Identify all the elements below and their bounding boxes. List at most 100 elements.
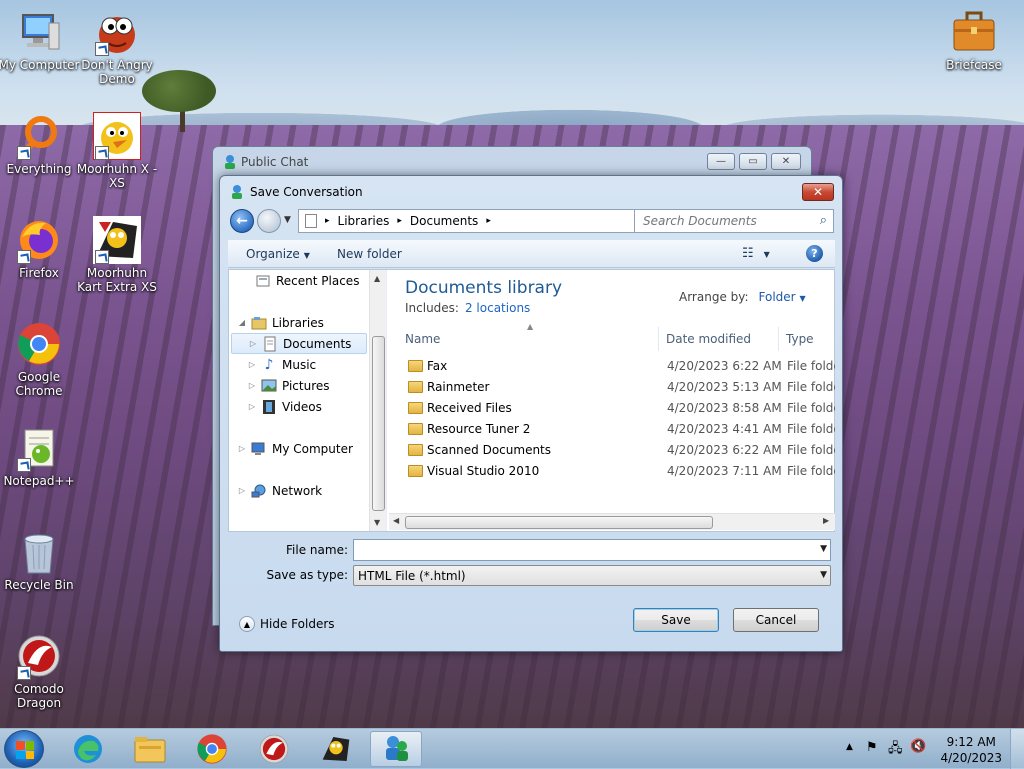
desktop-icon-comodo-dragon[interactable]: Comodo Dragon bbox=[0, 632, 81, 710]
notepad-plus-plus-icon bbox=[15, 424, 63, 472]
file-name-input[interactable] bbox=[358, 541, 808, 559]
scroll-down-arrow-icon[interactable]: ▼ bbox=[374, 518, 380, 527]
taskbar-file-explorer[interactable] bbox=[124, 731, 176, 767]
comodo-dragon-icon bbox=[259, 734, 289, 764]
address-bar[interactable]: ▸ Libraries ▸ Documents ▸ ▼ bbox=[298, 209, 670, 233]
cancel-button[interactable]: Cancel bbox=[733, 608, 819, 632]
row-name: Visual Studio 2010 bbox=[427, 464, 540, 478]
nav-item-videos[interactable]: ▷ Videos bbox=[229, 396, 369, 417]
show-desktop-button[interactable] bbox=[1010, 729, 1024, 769]
locations-link[interactable]: 2 locations bbox=[465, 301, 530, 315]
search-box[interactable]: ⌕ bbox=[634, 209, 834, 233]
table-row[interactable]: Rainmeter 4/20/2023 5:13 AM File folder bbox=[389, 377, 835, 398]
folder-icon bbox=[134, 737, 166, 763]
scrollbar-thumb[interactable] bbox=[405, 516, 713, 529]
help-button[interactable]: ? bbox=[806, 245, 823, 262]
network-icon[interactable]: 🖧 bbox=[888, 739, 903, 761]
desktop-icon-firefox[interactable]: Firefox bbox=[0, 216, 81, 280]
table-row[interactable]: Fax 4/20/2023 6:22 AM File folder bbox=[389, 356, 835, 377]
taskbar-chrome[interactable] bbox=[186, 731, 238, 767]
breadcrumb-libraries[interactable]: Libraries bbox=[338, 214, 390, 228]
scroll-right-arrow-icon[interactable]: ▶ bbox=[823, 516, 829, 525]
desktop-icon-label: Moorhuhn X - XS bbox=[76, 162, 158, 190]
desktop-icon-moorhuhn-x[interactable]: Moorhuhn X - XS bbox=[75, 112, 159, 190]
edge-icon bbox=[74, 735, 102, 763]
nav-item-network[interactable]: ▷ Network bbox=[229, 480, 369, 501]
scrollbar-thumb[interactable] bbox=[372, 336, 385, 511]
save-conversation-dialog: Save Conversation ✕ ← ▼ ▸ Libraries ▸ Do… bbox=[219, 175, 843, 652]
desktop-icon-recycle-bin[interactable]: Recycle Bin bbox=[0, 528, 81, 592]
file-list-horizontal-scrollbar[interactable]: ◀ ▶ bbox=[389, 513, 835, 530]
libraries-icon bbox=[251, 315, 267, 331]
expand-arrow-icon: ▷ bbox=[248, 402, 256, 411]
briefcase-icon bbox=[950, 8, 998, 56]
file-name-label: File name: bbox=[286, 543, 348, 557]
desktop-icon-moorhuhn-kart[interactable]: Moorhuhn Kart Extra XS bbox=[75, 216, 159, 294]
taskbar-moorhuhn[interactable] bbox=[310, 731, 362, 767]
expand-arrow-icon: ▷ bbox=[248, 381, 256, 390]
desktop-icon-briefcase[interactable]: Briefcase bbox=[932, 8, 1016, 72]
expand-arrow-icon: ▷ bbox=[238, 444, 246, 453]
taskbar-public-chat[interactable] bbox=[370, 731, 422, 767]
start-button[interactable] bbox=[4, 730, 44, 768]
desktop-icon-everything[interactable]: Everything bbox=[0, 112, 81, 176]
column-header-date-modified[interactable]: Date modified bbox=[660, 327, 779, 351]
table-row[interactable]: Resource Tuner 2 4/20/2023 4:41 AM File fo… bbox=[389, 419, 835, 440]
close-button[interactable]: ✕ bbox=[771, 153, 801, 170]
recent-pages-dropdown[interactable]: ▼ bbox=[284, 215, 291, 225]
taskbar-edge[interactable] bbox=[62, 731, 114, 767]
taskbar-comodo-dragon[interactable] bbox=[248, 731, 300, 767]
view-options-button[interactable]: ☷ ▼ bbox=[742, 246, 770, 261]
search-input[interactable] bbox=[641, 211, 811, 231]
table-row[interactable]: Scanned Documents 4/20/2023 6:22 AM File f… bbox=[389, 440, 835, 461]
dialog-close-button[interactable]: ✕ bbox=[802, 183, 834, 201]
new-folder-button[interactable]: New folder bbox=[337, 247, 402, 261]
nav-item-pictures[interactable]: ▷ Pictures bbox=[229, 375, 369, 396]
desktop-icon-notepad-plus-plus[interactable]: Notepad++ bbox=[0, 424, 81, 488]
address-row: ← ▼ ▸ Libraries ▸ Documents ▸ ▼ ⇆ ⌕ bbox=[228, 209, 835, 235]
desktop-icon-my-computer[interactable]: My Computer bbox=[0, 8, 81, 72]
action-center-flag-icon[interactable]: ⚑ bbox=[866, 740, 878, 755]
forward-button[interactable] bbox=[257, 209, 281, 233]
file-name-combobox[interactable]: ▼ bbox=[353, 539, 831, 561]
row-date: 4/20/2023 7:11 AM bbox=[667, 464, 782, 478]
desktop-icon-label: Everything bbox=[6, 162, 72, 176]
hide-folders-button[interactable]: ▲ Hide Folders bbox=[239, 616, 335, 632]
volume-muted-icon[interactable]: 🔇 bbox=[910, 739, 926, 754]
collapse-arrow-icon: ◢ bbox=[238, 318, 246, 327]
show-hidden-icons-button[interactable]: ▲ bbox=[846, 742, 853, 752]
breadcrumb-documents[interactable]: Documents bbox=[410, 214, 478, 228]
scroll-left-arrow-icon[interactable]: ◀ bbox=[393, 516, 399, 525]
save-button[interactable]: Save bbox=[633, 608, 719, 632]
angry-face-icon bbox=[93, 8, 141, 56]
nav-vertical-scrollbar[interactable]: ▲ ▼ bbox=[369, 270, 386, 531]
table-row[interactable]: Received Files 4/20/2023 8:58 AM File fold… bbox=[389, 398, 835, 419]
breadcrumb-separator: ▸ bbox=[397, 216, 402, 226]
nav-item-libraries[interactable]: ◢ Libraries bbox=[229, 312, 369, 333]
row-date: 4/20/2023 4:41 AM bbox=[667, 422, 782, 436]
clock[interactable]: 9:12 AM 4/20/2023 bbox=[940, 734, 1002, 766]
organize-button[interactable]: Organize ▼ bbox=[246, 247, 310, 261]
desktop-icon-google-chrome[interactable]: Google Chrome bbox=[0, 320, 81, 398]
scroll-up-arrow-icon[interactable]: ▲ bbox=[374, 274, 380, 283]
nav-item-my-computer[interactable]: ▷ My Computer bbox=[229, 438, 369, 459]
row-type: File folder bbox=[787, 422, 835, 436]
nav-item-recent-places[interactable]: Recent Places bbox=[229, 270, 369, 291]
table-row[interactable]: Visual Studio 2010 4/20/2023 7:11 AM File … bbox=[389, 461, 835, 482]
browser-body: Recent Places ◢ Libraries ▷ Documents ▷ … bbox=[228, 269, 835, 532]
column-header-type[interactable]: Type bbox=[780, 327, 835, 351]
nav-item-documents[interactable]: ▷ Documents bbox=[231, 333, 367, 354]
desktop-icon-dont-angry-demo[interactable]: Don't Angry Demo bbox=[75, 8, 159, 86]
nav-item-music[interactable]: ▷ ♪ Music bbox=[229, 354, 369, 375]
folder-icon bbox=[408, 381, 423, 393]
arrange-by-dropdown[interactable]: Folder ▼ bbox=[759, 290, 806, 304]
save-as-type-select[interactable]: HTML File (*.html) ▼ bbox=[353, 565, 831, 586]
nav-item-label: Music bbox=[282, 357, 317, 372]
chevron-down-icon[interactable]: ▼ bbox=[820, 544, 827, 554]
desktop-icon-label: Don't Angry Demo bbox=[81, 58, 153, 86]
back-button[interactable]: ← bbox=[230, 209, 254, 233]
maximize-button[interactable]: ▭ bbox=[739, 153, 767, 170]
documents-icon bbox=[262, 336, 278, 352]
column-header-name[interactable]: Name bbox=[399, 327, 659, 351]
minimize-button[interactable]: — bbox=[707, 153, 735, 170]
